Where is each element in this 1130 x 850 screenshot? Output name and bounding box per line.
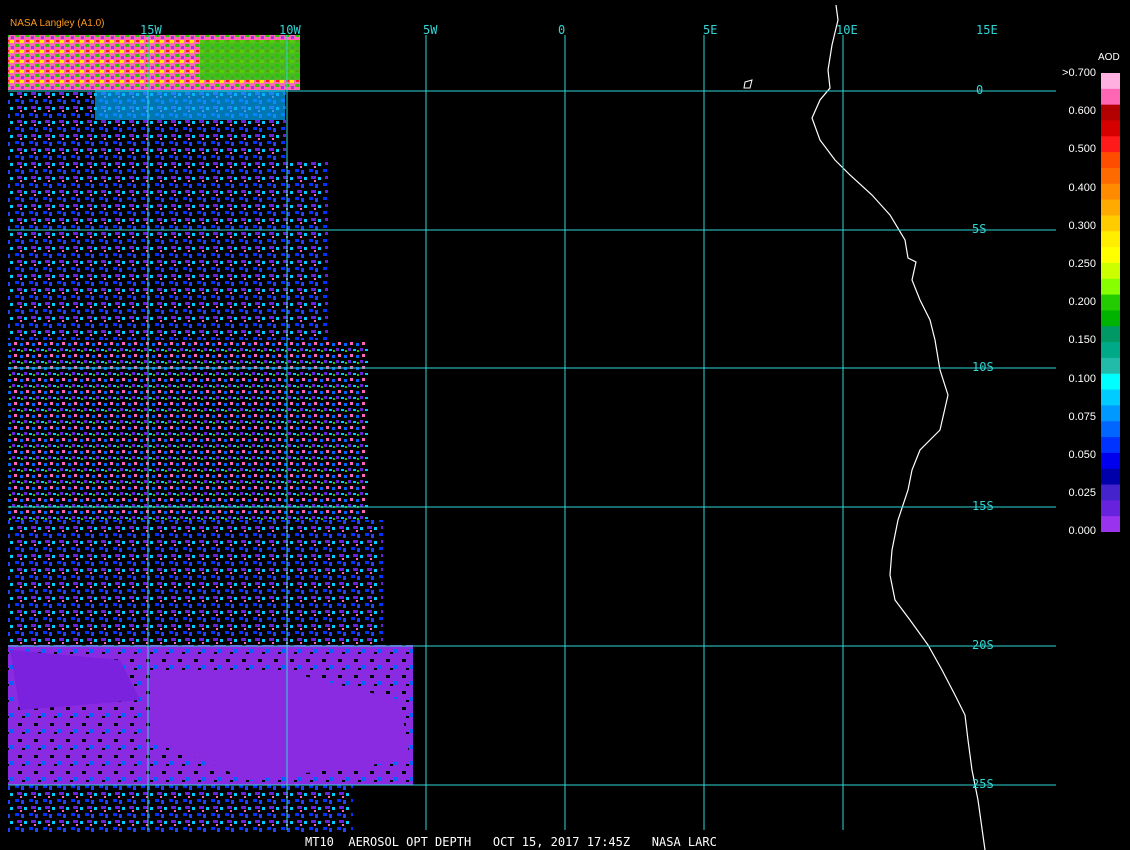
legend-swatch	[1101, 231, 1120, 248]
lon-label: 10W	[279, 23, 301, 37]
lon-label: 15E	[976, 23, 998, 37]
legend-swatch	[1101, 104, 1120, 121]
legend-swatch	[1101, 215, 1120, 232]
legend-swatch	[1101, 389, 1120, 406]
legend-swatch	[1101, 405, 1120, 422]
legend-swatch	[1101, 310, 1120, 327]
lon-label: 0	[558, 23, 566, 37]
aod-map	[8, 4, 1056, 850]
legend-swatch	[1101, 199, 1120, 216]
legend-swatch	[1101, 500, 1120, 517]
legend-tick-label: >0.700	[1062, 67, 1096, 79]
legend-swatch	[1101, 152, 1120, 169]
lat-label: 0	[976, 83, 984, 97]
legend-tick-label: 0.400	[1068, 181, 1096, 194]
legend-swatch	[1101, 421, 1120, 438]
legend-tick-label: 0.000	[1068, 525, 1096, 538]
lat-label: 20S	[972, 638, 994, 652]
footer-caption: MT10 AEROSOL OPT DEPTH OCT 15, 2017 17:4…	[305, 835, 717, 849]
legend-swatch	[1101, 262, 1120, 280]
legend-swatch	[1101, 468, 1120, 486]
lon-label: 5E	[703, 23, 718, 37]
legend-tick-label: 0.300	[1068, 219, 1096, 232]
legend-swatch	[1101, 452, 1120, 470]
lat-label: 10S	[972, 360, 994, 374]
legend-swatch	[1101, 73, 1120, 90]
legend-tick-label: 0.500	[1068, 143, 1096, 156]
legend-swatch	[1101, 516, 1120, 532]
legend-swatch	[1101, 247, 1120, 264]
legend-swatch	[1101, 136, 1120, 153]
lat-label: 5S	[972, 222, 987, 236]
aod-swath	[8, 35, 413, 833]
legend-swatch	[1101, 357, 1120, 375]
legend-swatch	[1101, 183, 1120, 201]
legend-tick-label: 0.100	[1068, 372, 1096, 385]
legend-swatch	[1101, 294, 1120, 311]
legend-swatch	[1101, 484, 1120, 501]
lon-label: 15W	[140, 23, 162, 37]
legend-tick-label: 0.075	[1068, 410, 1096, 423]
coastline	[811, 4, 986, 850]
legend-swatch	[1101, 326, 1120, 343]
lon-label: 10E	[836, 23, 858, 37]
legend-title: AOD	[1098, 52, 1120, 63]
legend-tick-label: 0.200	[1068, 296, 1096, 309]
legend-swatch	[1101, 167, 1120, 185]
legend-swatch	[1101, 373, 1120, 391]
legend-tick-label: 0.050	[1068, 449, 1096, 461]
legend-swatch	[1101, 120, 1120, 137]
lat-label: 25S	[972, 777, 994, 791]
legend-swatch	[1101, 278, 1120, 296]
legend-colorbar	[1101, 73, 1120, 532]
legend-tick-label: 0.150	[1068, 334, 1096, 347]
legend-tick-label: 0.025	[1068, 487, 1096, 500]
lat-label: 15S	[972, 499, 994, 513]
legend-swatch	[1101, 437, 1120, 454]
legend-tick-label: 0.600	[1068, 105, 1096, 118]
lon-label: 5W	[423, 23, 438, 37]
credit-label: NASA Langley (A1.0)	[10, 18, 105, 29]
legend-swatch	[1101, 88, 1120, 106]
legend-tick-label: 0.250	[1068, 258, 1096, 270]
legend-swatch	[1101, 342, 1120, 359]
